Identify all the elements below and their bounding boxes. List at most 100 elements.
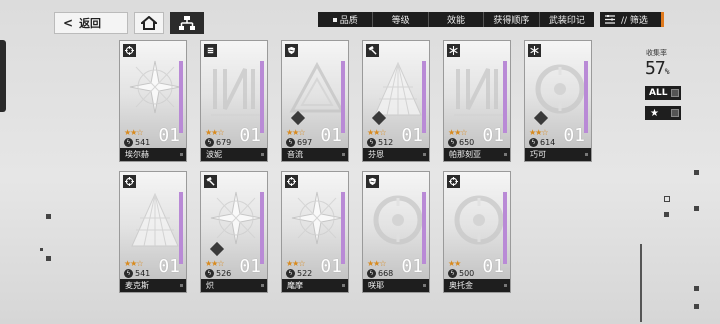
decor-square [694, 304, 699, 309]
power-value: ϟ 679 [205, 138, 231, 147]
card-name-bar: 麾摩 [282, 279, 348, 292]
card-name: 埃尔赫 [125, 150, 149, 159]
card-name-bar: 炽 [201, 279, 267, 292]
card-count: 01 [563, 125, 585, 146]
armament-card[interactable]: ★★☆ ϟ 541 01 麦克斯 [119, 171, 187, 293]
card-artwork [288, 188, 346, 258]
scrollbar[interactable] [640, 244, 642, 322]
armament-card[interactable]: ★★☆ ϟ 512 01 芬恩 [362, 40, 430, 162]
back-button[interactable]: < 返回 [54, 12, 128, 34]
card-count: 01 [320, 125, 342, 146]
armament-card[interactable]: ★★ ϟ 500 01 奥托金 [443, 171, 511, 293]
bolt-icon: ϟ [205, 138, 214, 147]
armament-card[interactable]: ★★☆ ϟ 541 01 埃尔赫 [119, 40, 187, 162]
power-number: 541 [135, 138, 151, 147]
decor-square [261, 284, 264, 287]
card-name-bar: 帕那刻亚 [444, 148, 510, 161]
quality-ribbon [260, 61, 264, 133]
sort-tab-quality[interactable]: 品质 [318, 12, 372, 27]
decor-square [694, 206, 699, 211]
card-count: 01 [401, 125, 423, 146]
show-all-label: ALL [649, 88, 668, 98]
sort-tab-efficiency[interactable]: 效能 [427, 12, 483, 27]
power-value: ϟ 541 [124, 138, 150, 147]
card-name: 巧可 [530, 150, 546, 159]
power-value: ϟ 526 [205, 269, 231, 278]
fist-icon [204, 44, 217, 57]
card-name: 麾摩 [287, 281, 303, 290]
sort-tab-label: 效能 [447, 16, 466, 26]
decor-square [423, 284, 426, 287]
collection-rate-label: 收集率 [646, 49, 667, 57]
sort-tab-armament-mark[interactable]: 武装印记 [538, 12, 594, 27]
show-all-toggle[interactable]: ALL [645, 86, 681, 100]
filter-button[interactable]: // 筛选 [600, 12, 664, 27]
decor-square [504, 284, 507, 287]
bolt-icon: ϟ [286, 269, 295, 278]
collection-rate-value: 57% [645, 58, 669, 79]
collection-rate-number: 57 [645, 58, 666, 79]
power-number: 500 [459, 269, 475, 278]
armament-card[interactable]: ★★☆ ϟ 526 01 炽 [200, 171, 268, 293]
card-artwork [450, 57, 508, 127]
power-value: ϟ 500 [448, 269, 474, 278]
card-count: 01 [239, 125, 261, 146]
star-rating: ★★☆ [286, 128, 305, 137]
card-name-bar: 麦克斯 [120, 279, 186, 292]
sort-tab-obtain-order[interactable]: 获得顺序 [483, 12, 538, 27]
armament-card[interactable]: ★★☆ ϟ 668 01 咲耶 [362, 171, 430, 293]
star-rating: ★★☆ [205, 259, 224, 268]
star-rating: ★★☆ [124, 259, 143, 268]
card-artwork [369, 188, 427, 258]
bolt-icon: ϟ [367, 269, 376, 278]
bolt-icon: ϟ [448, 269, 457, 278]
power-number: 650 [459, 138, 475, 147]
hierarchy-view-button[interactable] [170, 12, 204, 34]
shield-icon [366, 175, 379, 188]
favorite-filter-toggle[interactable]: ★ [645, 106, 681, 120]
card-name: 音流 [287, 150, 303, 159]
card-name: 麦克斯 [125, 281, 149, 290]
bolt-icon: ϟ [286, 138, 295, 147]
sort-tab-level[interactable]: 等级 [372, 12, 427, 27]
decor-square [180, 153, 183, 156]
star-rating: ★★☆ [367, 128, 386, 137]
card-count: 01 [482, 125, 504, 146]
armament-card[interactable]: ★★☆ ϟ 679 01 波妮 [200, 40, 268, 162]
card-artwork [207, 57, 265, 127]
armament-card[interactable]: ★★☆ ϟ 614 01 巧可 [524, 40, 592, 162]
decor-square [40, 248, 43, 251]
decor-square [694, 170, 699, 175]
card-name: 芬恩 [368, 150, 384, 159]
home-button[interactable] [134, 12, 164, 34]
power-number: 614 [540, 138, 556, 147]
collection-rate-unit: % [664, 67, 670, 76]
shield-icon [285, 44, 298, 57]
card-name: 炽 [206, 281, 214, 290]
power-number: 697 [297, 138, 313, 147]
card-artwork [450, 188, 508, 258]
card-artwork [126, 57, 184, 127]
power-value: ϟ 614 [529, 138, 555, 147]
decor-square [46, 214, 51, 219]
star-icon: ★ [650, 107, 659, 119]
armament-card[interactable]: ★★☆ ϟ 650 01 帕那刻亚 [443, 40, 511, 162]
target-icon [285, 175, 298, 188]
card-count: 01 [320, 256, 342, 277]
bolt-icon: ϟ [124, 138, 133, 147]
left-edge-handle[interactable] [0, 40, 6, 112]
card-count: 01 [158, 125, 180, 146]
bolt-icon: ϟ [205, 269, 214, 278]
card-name: 波妮 [206, 150, 222, 159]
back-label: 返回 [79, 17, 102, 30]
star-rating: ★★☆ [205, 128, 224, 137]
card-name-bar: 埃尔赫 [120, 148, 186, 161]
armament-card[interactable]: ★★☆ ϟ 522 01 麾摩 [281, 171, 349, 293]
power-value: ϟ 512 [367, 138, 393, 147]
power-number: 526 [216, 269, 232, 278]
sort-tab-label: 武装印记 [548, 16, 585, 26]
sort-tab-label: 品质 [339, 16, 358, 26]
target-icon [447, 175, 460, 188]
card-name-bar: 奥托金 [444, 279, 510, 292]
armament-card[interactable]: ★★☆ ϟ 697 01 音流 [281, 40, 349, 162]
